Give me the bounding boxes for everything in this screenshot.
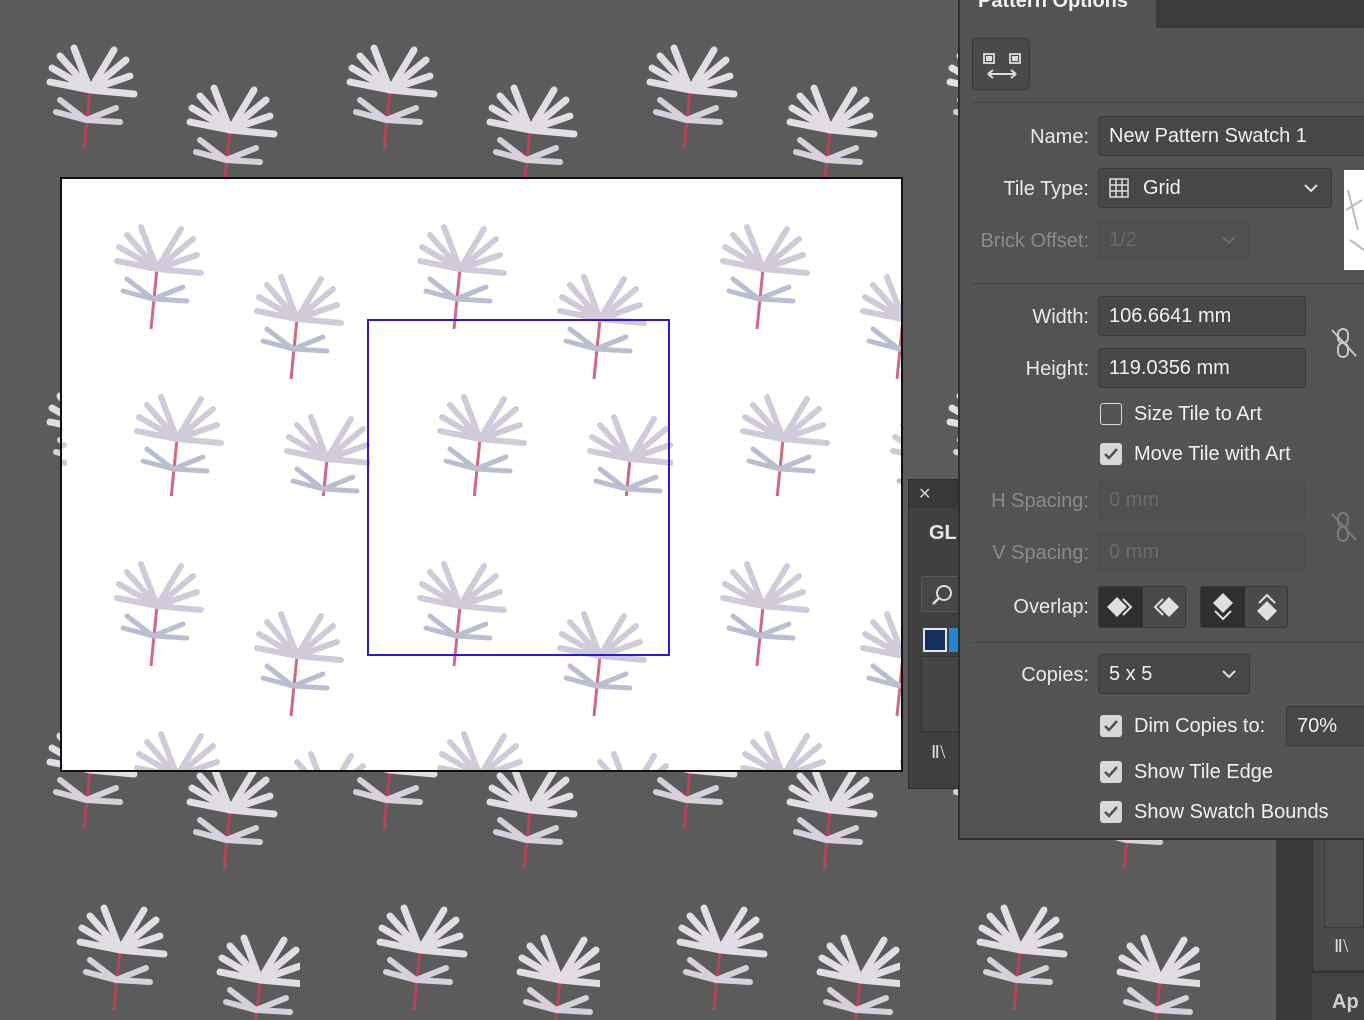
top-in-front-button[interactable]	[1201, 587, 1245, 627]
search-icon	[932, 585, 952, 605]
copies-dropdown[interactable]: 5 x 5	[1098, 654, 1250, 694]
dim-copies-checkbox[interactable]	[1100, 715, 1122, 737]
overlap-left-in-front-icon	[1107, 597, 1133, 617]
panel-title: Pattern Options	[978, 0, 1129, 12]
gl-panel-content	[921, 656, 963, 732]
v-spacing-input[interactable]: 0 mm	[1098, 532, 1306, 572]
chevron-down-icon	[1304, 184, 1318, 193]
link-broken-icon[interactable]	[1330, 510, 1358, 544]
left-in-front-button[interactable]	[1099, 587, 1143, 627]
move-tile-with-art-label: Move Tile with Art	[1134, 443, 1291, 465]
name-input[interactable]: New Pattern Swatch 1	[1098, 116, 1364, 156]
gl-floating-panel: ✕ GL Ⅱ⧵	[908, 479, 963, 789]
bottom-in-front-button[interactable]	[1245, 587, 1289, 627]
tile-type-value: Grid	[1143, 177, 1181, 199]
brick-offset-label: Brick Offset:	[980, 230, 1089, 252]
gl-panel-title: GL	[929, 522, 957, 544]
fill-color-swatch[interactable]	[923, 628, 947, 652]
checkmark-icon	[1104, 448, 1118, 460]
copies-value: 5 x 5	[1109, 663, 1153, 685]
brick-offset-value: 1/2	[1109, 229, 1137, 251]
swatch-preview-thumbnail	[1344, 170, 1364, 270]
show-tile-edge-label: Show Tile Edge	[1134, 761, 1273, 783]
name-label: Name:	[1030, 126, 1089, 148]
show-swatch-bounds-label: Show Swatch Bounds	[1134, 801, 1329, 823]
tile-type-label: Tile Type:	[1003, 178, 1089, 200]
edit-tile-button[interactable]	[972, 38, 1030, 90]
appearance-tab-label: Ap	[1332, 991, 1359, 1013]
libraries-icon[interactable]: Ⅱ⧵	[1334, 936, 1349, 957]
right-in-front-button[interactable]	[1143, 587, 1187, 627]
overlap-right-in-front-icon	[1153, 597, 1179, 617]
checkmark-icon	[1104, 806, 1118, 818]
link-broken-icon[interactable]	[1330, 326, 1358, 360]
dim-copies-input[interactable]: 70%	[1286, 706, 1364, 746]
dim-copies-label: Dim Copies to:	[1134, 715, 1266, 737]
appearance-panel-tab[interactable]: Ap	[1312, 972, 1364, 1020]
panel-tab-bar: Pattern Options	[960, 0, 1364, 28]
overlap-label: Overlap:	[1013, 596, 1089, 618]
size-tile-to-art-checkbox[interactable]	[1100, 403, 1122, 425]
libraries-icon[interactable]: Ⅱ⧵	[931, 742, 946, 763]
section-divider	[972, 642, 1364, 643]
edit-pattern-tile-icon	[983, 53, 1021, 79]
search-button[interactable]	[921, 576, 961, 612]
grid-icon	[1109, 178, 1129, 198]
move-tile-with-art-checkbox[interactable]	[1100, 443, 1122, 465]
copies-label: Copies:	[1021, 664, 1089, 686]
checkmark-icon	[1104, 766, 1118, 778]
tile-edge-box[interactable]	[367, 319, 670, 656]
section-divider	[972, 102, 1364, 103]
vertical-overlap-group	[1200, 586, 1288, 628]
show-tile-edge-checkbox[interactable]	[1100, 761, 1122, 783]
horizontal-overlap-group	[1098, 586, 1186, 628]
height-label: Height:	[1025, 358, 1089, 380]
v-spacing-label: V Spacing:	[992, 542, 1089, 564]
tab-pattern-options[interactable]: Pattern Options	[960, 0, 1156, 28]
chevron-down-icon	[1222, 670, 1236, 679]
background-panel-list	[1324, 838, 1364, 928]
show-swatch-bounds-checkbox[interactable]	[1100, 801, 1122, 823]
checkmark-icon	[1104, 720, 1118, 732]
brick-offset-dropdown[interactable]: 1/2	[1098, 220, 1250, 260]
gl-panel-titlebar[interactable]	[909, 480, 961, 508]
close-icon[interactable]: ✕	[918, 484, 931, 504]
height-input[interactable]: 119.0356 mm	[1098, 348, 1306, 388]
chevron-down-icon	[1222, 236, 1236, 245]
section-divider	[972, 283, 1364, 284]
h-spacing-input[interactable]: 0 mm	[1098, 480, 1306, 520]
h-spacing-label: H Spacing:	[991, 490, 1089, 512]
width-label: Width:	[1032, 306, 1089, 328]
overlap-top-in-front-icon	[1213, 593, 1233, 621]
width-input[interactable]: 106.6641 mm	[1098, 296, 1306, 336]
pattern-options-panel: Pattern Options Name: New Pattern Swatch…	[958, 0, 1364, 840]
size-tile-to-art-label: Size Tile to Art	[1134, 403, 1262, 425]
tile-type-dropdown[interactable]: Grid	[1098, 168, 1332, 208]
overlap-bottom-in-front-icon	[1257, 593, 1277, 621]
